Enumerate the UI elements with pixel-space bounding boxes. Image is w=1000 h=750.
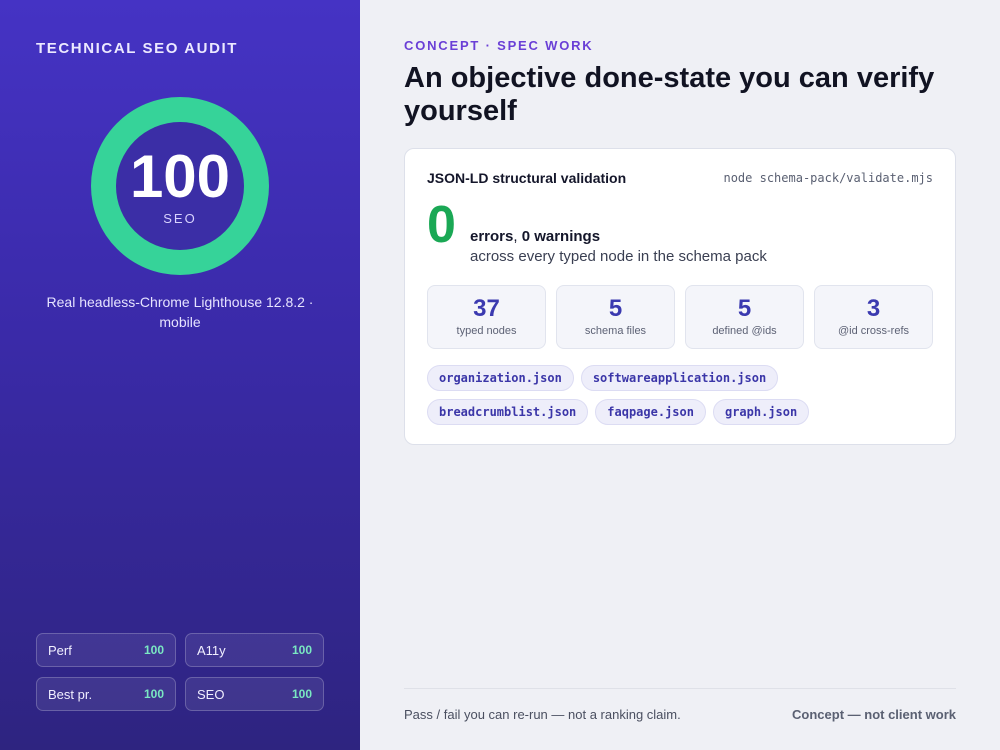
main-panel: CONCEPT · SPEC WORK An objective done-st… bbox=[360, 0, 1000, 750]
score-pill-value: 100 bbox=[291, 643, 312, 657]
score-pill-best-practices: Best pr. 100 bbox=[36, 677, 176, 711]
score-pill-label: Best pr. bbox=[48, 686, 93, 702]
stat-label: typed nodes bbox=[456, 325, 517, 337]
score-pill-perf: Perf 100 bbox=[36, 633, 176, 667]
score-pill-value: 100 bbox=[291, 687, 312, 701]
error-count: 0 bbox=[427, 196, 456, 254]
errors-word: errors bbox=[470, 228, 514, 245]
stat-value: 37 bbox=[473, 295, 500, 322]
stat-label: defined @ids bbox=[712, 325, 777, 337]
score-pill-a11y: A11y 100 bbox=[185, 633, 324, 667]
stat-schema-files: 5 schema files bbox=[556, 285, 675, 349]
footer-divider bbox=[404, 688, 956, 689]
file-chip-graph[interactable]: graph.json bbox=[712, 399, 810, 425]
schema-file-chips: organization.json softwareapplication.js… bbox=[427, 365, 933, 425]
footer-note: Pass / fail you can re-run — not a ranki… bbox=[404, 707, 681, 722]
score-pill-label: Perf bbox=[48, 642, 72, 658]
score-pill-label: A11y bbox=[197, 642, 226, 658]
errors-summary: errors, 0 warnings bbox=[470, 228, 600, 245]
file-chip-breadcrumblist[interactable]: breadcrumblist.json bbox=[427, 399, 589, 425]
seo-score-gauge: 100 SEO bbox=[91, 97, 269, 275]
eyebrow-label: CONCEPT · SPEC WORK bbox=[404, 38, 594, 53]
stat-typed-nodes: 37 typed nodes bbox=[427, 285, 546, 349]
file-chip-softwareapplication[interactable]: softwareapplication.json bbox=[580, 365, 779, 391]
lighthouse-caption: Real headless-Chrome Lighthouse 12.8.2 ·… bbox=[46, 294, 314, 330]
stat-label: @id cross-refs bbox=[837, 325, 910, 337]
file-chip-faqpage[interactable]: faqpage.json bbox=[595, 399, 706, 425]
stat-value: 3 bbox=[866, 295, 881, 322]
stat-value: 5 bbox=[608, 295, 623, 322]
score-pill-value: 100 bbox=[143, 643, 164, 657]
file-chip-organization[interactable]: organization.json bbox=[427, 365, 574, 391]
score-pill-value: 100 bbox=[143, 687, 164, 701]
page-title: An objective done-state you can verify y… bbox=[404, 62, 935, 127]
stat-value: 5 bbox=[737, 295, 752, 322]
warnings-count: 0 warnings bbox=[521, 228, 601, 245]
gauge-score: 100 bbox=[129, 143, 231, 210]
audit-sidebar: TECHNICAL SEO AUDIT 100 SEO Real headles… bbox=[0, 0, 360, 750]
errors-subtitle: across every typed node in the schema pa… bbox=[470, 248, 767, 265]
validation-card: JSON-LD structural validation node schem… bbox=[404, 148, 956, 445]
gauge-label: SEO bbox=[163, 211, 197, 226]
stat-defined-ids: 5 defined @ids bbox=[685, 285, 804, 349]
stat-label: schema files bbox=[584, 325, 647, 337]
footer-disclaimer: Concept — not client work bbox=[792, 707, 956, 722]
sidebar-title: TECHNICAL SEO AUDIT bbox=[36, 40, 239, 57]
card-title: JSON-LD structural validation bbox=[427, 170, 627, 186]
score-pill-seo: SEO 100 bbox=[185, 677, 324, 711]
category-scores: Perf 100 A11y 100 Best pr. 100 SEO 100 bbox=[36, 633, 324, 711]
stat-id-cross-refs: 3 @id cross-refs bbox=[814, 285, 933, 349]
score-pill-label: SEO bbox=[197, 686, 225, 702]
validate-command: node schema-pack/validate.mjs bbox=[723, 171, 933, 185]
summary-separator: , bbox=[513, 228, 522, 245]
schema-stats: 37 typed nodes 5 schema files 5 defined … bbox=[427, 285, 933, 349]
